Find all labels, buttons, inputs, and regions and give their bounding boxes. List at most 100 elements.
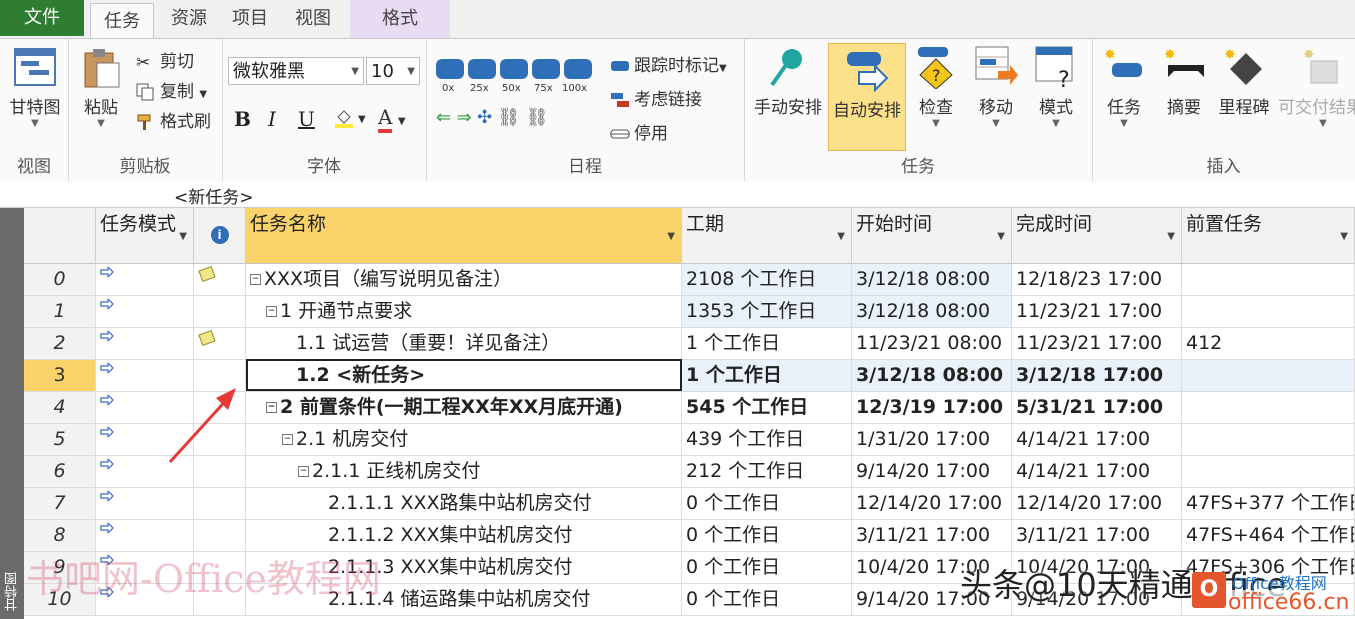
insert-deliverable-button[interactable]: ✸ 可交付结果 ▼: [1278, 45, 1355, 129]
duration-cell[interactable]: 0 个工作日: [682, 584, 852, 616]
predecessors-cell[interactable]: [1182, 456, 1355, 488]
header-info[interactable]: i: [194, 208, 246, 264]
row-id[interactable]: 1: [24, 296, 96, 328]
highlight-color-button[interactable]: ▼: [334, 107, 366, 128]
task-mode-cell[interactable]: [96, 328, 194, 360]
tab-view[interactable]: 视图: [284, 0, 342, 38]
table-row[interactable]: 7 2.1.1.1 XXX路集中站机房交付 0 个工作日 12/14/20 17:00…: [24, 488, 1355, 520]
zoom-100-icon[interactable]: [564, 59, 592, 79]
finish-cell[interactable]: 11/23/21 17:00: [1012, 296, 1182, 328]
collapse-icon[interactable]: −: [266, 402, 277, 413]
font-color-button[interactable]: A ▼: [378, 105, 406, 133]
duration-cell[interactable]: 1 个工作日: [682, 328, 852, 360]
gantt-chart-button[interactable]: 甘特图 ▼: [6, 45, 64, 129]
predecessors-cell[interactable]: 47FS+464 个工作日: [1182, 520, 1355, 552]
entry-bar[interactable]: <新任务>: [0, 181, 1355, 208]
collapse-icon[interactable]: −: [298, 466, 309, 477]
finish-cell[interactable]: 3/11/21 17:00: [1012, 520, 1182, 552]
indent-outdent-buttons[interactable]: ⇐ ⇒ ✣ ⛓ ⛓: [436, 107, 549, 128]
row-id[interactable]: 5: [24, 424, 96, 456]
predecessors-cell[interactable]: [1182, 296, 1355, 328]
task-mode-cell[interactable]: [96, 296, 194, 328]
header-task-name[interactable]: 任务名称 ▼: [246, 208, 682, 264]
task-name-cell[interactable]: − XXX项目（编写说明见备注）: [246, 264, 682, 296]
info-cell[interactable]: [194, 296, 246, 328]
chevron-down-icon[interactable]: ▼: [179, 225, 187, 249]
font-family-select[interactable]: 微软雅黑 ▼: [228, 57, 364, 85]
finish-cell[interactable]: 4/14/21 17:00: [1012, 424, 1182, 456]
mode-button[interactable]: ? 模式 ▼: [1030, 45, 1082, 129]
respect-links-button[interactable]: 考虑链接: [610, 85, 702, 110]
table-row[interactable]: 0− XXX项目（编写说明见备注） 2108 个工作日 3/12/18 08:00 12…: [24, 264, 1355, 296]
finish-cell[interactable]: 11/23/21 17:00: [1012, 328, 1182, 360]
task-name-cell[interactable]: −2.1 机房交付: [246, 424, 682, 456]
predecessors-cell[interactable]: [1182, 360, 1355, 392]
header-predecessors[interactable]: 前置任务 ▼: [1182, 208, 1355, 264]
task-name-cell[interactable]: −2.1.1 正线机房交付: [246, 456, 682, 488]
format-painter-button[interactable]: 格式刷: [136, 107, 211, 132]
chevron-down-icon[interactable]: ▼: [1167, 225, 1175, 249]
row-id[interactable]: 0: [24, 264, 96, 296]
row-id[interactable]: 7: [24, 488, 96, 520]
duration-cell[interactable]: 0 个工作日: [682, 488, 852, 520]
table-row[interactable]: 1−1 开通节点要求 1353 个工作日 3/12/18 08:00 11/23/21…: [24, 296, 1355, 328]
auto-schedule-button[interactable]: 自动安排: [828, 43, 906, 151]
info-cell[interactable]: [194, 264, 246, 296]
duration-cell[interactable]: 1353 个工作日: [682, 296, 852, 328]
tab-file[interactable]: 文件: [0, 0, 84, 36]
duration-cell[interactable]: 0 个工作日: [682, 552, 852, 584]
row-id[interactable]: 2: [24, 328, 96, 360]
collapse-icon[interactable]: −: [266, 306, 277, 317]
view-sidebar[interactable]: 甘特图: [0, 208, 24, 619]
task-mode-cell[interactable]: [96, 264, 194, 296]
copy-button[interactable]: 复制 ▼: [136, 77, 207, 102]
collapse-icon[interactable]: −: [250, 274, 261, 285]
row-id[interactable]: 3: [24, 360, 96, 392]
duration-cell[interactable]: 212 个工作日: [682, 456, 852, 488]
manual-schedule-button[interactable]: 手动安排: [750, 45, 826, 118]
start-cell[interactable]: 11/23/21 08:00: [852, 328, 1012, 360]
zoom-75-icon[interactable]: [532, 59, 560, 79]
duration-cell[interactable]: 1 个工作日: [682, 360, 852, 392]
start-cell[interactable]: 3/12/18 08:00: [852, 360, 1012, 392]
zoom-25-icon[interactable]: [468, 59, 496, 79]
start-cell[interactable]: 12/3/19 17:00: [852, 392, 1012, 424]
info-cell[interactable]: [194, 488, 246, 520]
chevron-down-icon[interactable]: ▼: [997, 225, 1005, 249]
finish-cell[interactable]: 5/31/21 17:00: [1012, 392, 1182, 424]
header-task-mode[interactable]: 任务模式 ▼: [96, 208, 194, 264]
chevron-down-icon[interactable]: ▼: [1340, 225, 1348, 249]
duration-cell[interactable]: 0 个工作日: [682, 520, 852, 552]
header-row-id[interactable]: [24, 208, 96, 264]
inactivate-button[interactable]: 停用: [610, 119, 668, 144]
task-mode-cell[interactable]: [96, 488, 194, 520]
chevron-down-icon[interactable]: ▼: [837, 225, 845, 249]
header-start[interactable]: 开始时间 ▼: [852, 208, 1012, 264]
duration-cell[interactable]: 439 个工作日: [682, 424, 852, 456]
predecessors-cell[interactable]: 47FS+377 个工作日: [1182, 488, 1355, 520]
bold-button[interactable]: B: [234, 107, 251, 131]
task-name-cell[interactable]: 1.1 试运营（重要！详见备注）: [246, 328, 682, 360]
finish-cell[interactable]: 3/12/18 17:00: [1012, 360, 1182, 392]
predecessors-cell[interactable]: 412: [1182, 328, 1355, 360]
predecessors-cell[interactable]: [1182, 264, 1355, 296]
tab-project[interactable]: 项目: [222, 0, 278, 38]
finish-cell[interactable]: 12/18/23 17:00: [1012, 264, 1182, 296]
cut-button[interactable]: ✂ 剪切: [136, 47, 194, 73]
predecessors-cell[interactable]: [1182, 392, 1355, 424]
predecessors-cell[interactable]: [1182, 424, 1355, 456]
note-icon[interactable]: [198, 265, 216, 283]
duration-cell[interactable]: 545 个工作日: [682, 392, 852, 424]
start-cell[interactable]: 3/12/18 08:00: [852, 264, 1012, 296]
task-name-cell[interactable]: −2 前置条件(一期工程XX年XX月底开通): [246, 392, 682, 424]
task-name-cell[interactable]: −1 开通节点要求: [246, 296, 682, 328]
finish-cell[interactable]: 4/14/21 17:00: [1012, 456, 1182, 488]
insert-summary-button[interactable]: ✸ 摘要: [1158, 45, 1210, 118]
underline-button[interactable]: U: [298, 107, 315, 131]
insert-task-button[interactable]: ✸ 任务 ▼: [1098, 45, 1150, 129]
info-cell[interactable]: [194, 328, 246, 360]
chevron-down-icon[interactable]: ▼: [667, 225, 675, 249]
start-cell[interactable]: 12/14/20 17:00: [852, 488, 1012, 520]
font-size-select[interactable]: 10 ▼: [366, 57, 420, 85]
start-cell[interactable]: 9/14/20 17:00: [852, 456, 1012, 488]
